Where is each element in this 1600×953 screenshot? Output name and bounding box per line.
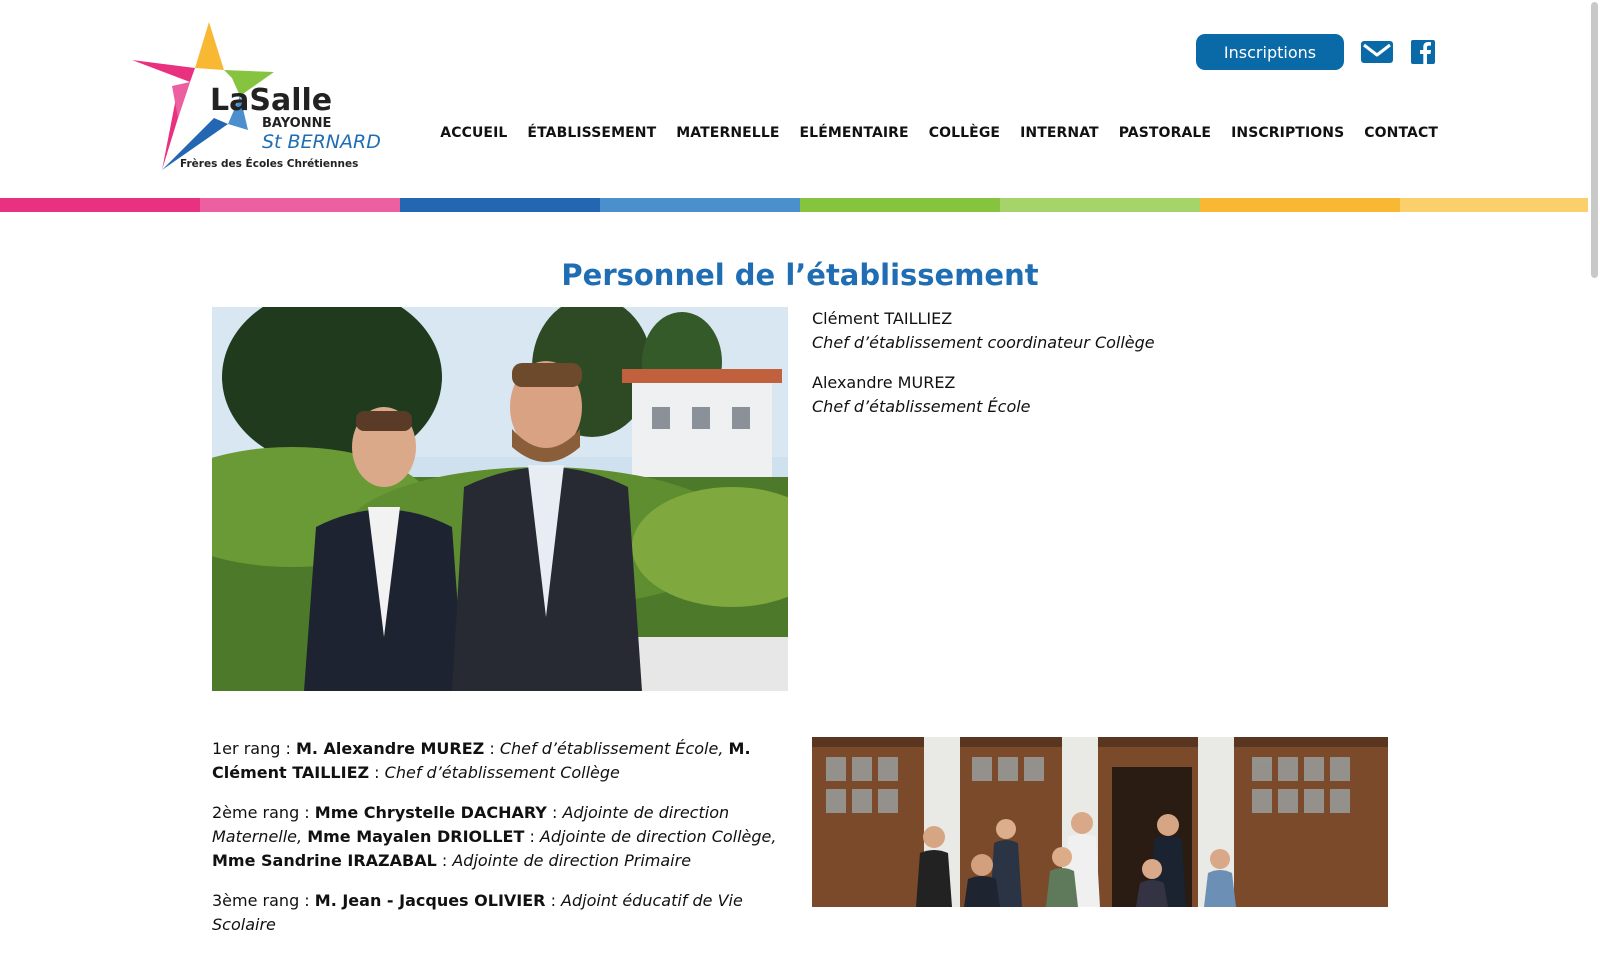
rang-1: 1er rang : M. Alexandre MUREZ : Chef d’é…	[212, 737, 790, 785]
mail-icon[interactable]	[1360, 39, 1394, 65]
rang-role: Chef d’établissement École,	[499, 739, 724, 758]
rang-name: M. Jean - Jacques OLIVIER	[314, 891, 546, 910]
team-photo	[812, 737, 1388, 907]
rang-name: M. Alexandre MUREZ	[295, 739, 485, 758]
page-title: Personnel de l’établissement	[561, 258, 1039, 292]
stripe-segment	[800, 198, 1000, 212]
main-nav: ACCUEIL ÉTABLISSEMENT MATERNELLE ELÉMENT…	[440, 125, 1438, 141]
top-actions: Inscriptions	[1196, 34, 1436, 70]
rang-2: 2ème rang : Mme Chrystelle DACHARY : Adj…	[212, 801, 790, 873]
stripe-segment	[400, 198, 600, 212]
rang-sep: :	[436, 851, 453, 870]
nav-pastorale[interactable]: PASTORALE	[1119, 125, 1211, 141]
stripe-segment	[1200, 198, 1400, 212]
svg-text:Frères des Écoles Chrétiennes: Frères des Écoles Chrétiennes	[180, 157, 358, 170]
nav-contact[interactable]: CONTACT	[1364, 125, 1438, 141]
nav-accueil[interactable]: ACCUEIL	[440, 125, 507, 141]
svg-text:LaSalle: LaSalle	[210, 83, 332, 118]
rang-name: Mme Chrystelle DACHARY	[314, 803, 547, 822]
inscriptions-button[interactable]: Inscriptions	[1196, 34, 1344, 70]
site-header: LaSalle BAYONNE St BERNARD Frères des Éc…	[0, 0, 1600, 198]
director-1: Clément TAILLIEZ Chef d’établissement co…	[812, 307, 1155, 355]
nav-etablissement[interactable]: ÉTABLISSEMENT	[527, 125, 656, 141]
director-1-name: Clément TAILLIEZ	[812, 309, 953, 328]
director-1-role: Chef d’établissement coordinateur Collèg…	[812, 333, 1155, 352]
stripe-segment	[1400, 198, 1600, 212]
page-scrollbar[interactable]	[1588, 0, 1600, 900]
rang-3-prefix: 3ème rang :	[212, 891, 315, 910]
rang-3: 3ème rang : M. Jean - Jacques OLIVIER : …	[212, 889, 790, 937]
lasalle-star-logo: LaSalle BAYONNE St BERNARD Frères des Éc…	[132, 22, 381, 170]
rang-sep: :	[546, 803, 563, 822]
rang-2-prefix: 2ème rang :	[212, 803, 315, 822]
rang-sep: :	[369, 763, 385, 782]
stripe-segment	[200, 198, 400, 212]
rang-role: Adjointe de direction Primaire	[452, 851, 692, 870]
rang-name: Mme Sandrine IRAZABAL	[212, 851, 437, 870]
stripe-segment	[1000, 198, 1200, 212]
rang-sep: :	[545, 891, 562, 910]
facebook-icon[interactable]	[1410, 39, 1436, 65]
site-logo[interactable]: LaSalle BAYONNE St BERNARD Frères des Éc…	[132, 20, 402, 180]
nav-elementaire[interactable]: ELÉMENTAIRE	[800, 125, 909, 141]
stripe-segment	[600, 198, 800, 212]
rang-name: Mme Mayalen DRIOLLET	[307, 827, 525, 846]
director-2-name: Alexandre MUREZ	[812, 373, 956, 392]
director-2-role: Chef d’établissement École	[812, 397, 1031, 416]
rang-sep: :	[524, 827, 540, 846]
stripe-segment	[0, 198, 200, 212]
svg-text:St BERNARD: St BERNARD	[262, 131, 381, 153]
nav-inscriptions[interactable]: INSCRIPTIONS	[1231, 125, 1344, 141]
director-2: Alexandre MUREZ Chef d’établissement Éco…	[812, 371, 1031, 419]
color-stripe	[0, 198, 1600, 212]
rang-1-prefix: 1er rang :	[212, 739, 296, 758]
staff-rangs: 1er rang : M. Alexandre MUREZ : Chef d’é…	[212, 737, 790, 953]
nav-maternelle[interactable]: MATERNELLE	[676, 125, 779, 141]
svg-text:BAYONNE: BAYONNE	[262, 116, 331, 131]
scrollbar-thumb[interactable]	[1591, 2, 1598, 278]
directors-photo	[212, 307, 788, 691]
nav-college[interactable]: COLLÈGE	[929, 125, 1000, 141]
nav-internat[interactable]: INTERNAT	[1020, 125, 1099, 141]
rang-role: Adjointe de direction Collège,	[539, 827, 777, 846]
rang-sep: :	[484, 739, 500, 758]
rang-role: Chef d’établissement Collège	[384, 763, 620, 782]
